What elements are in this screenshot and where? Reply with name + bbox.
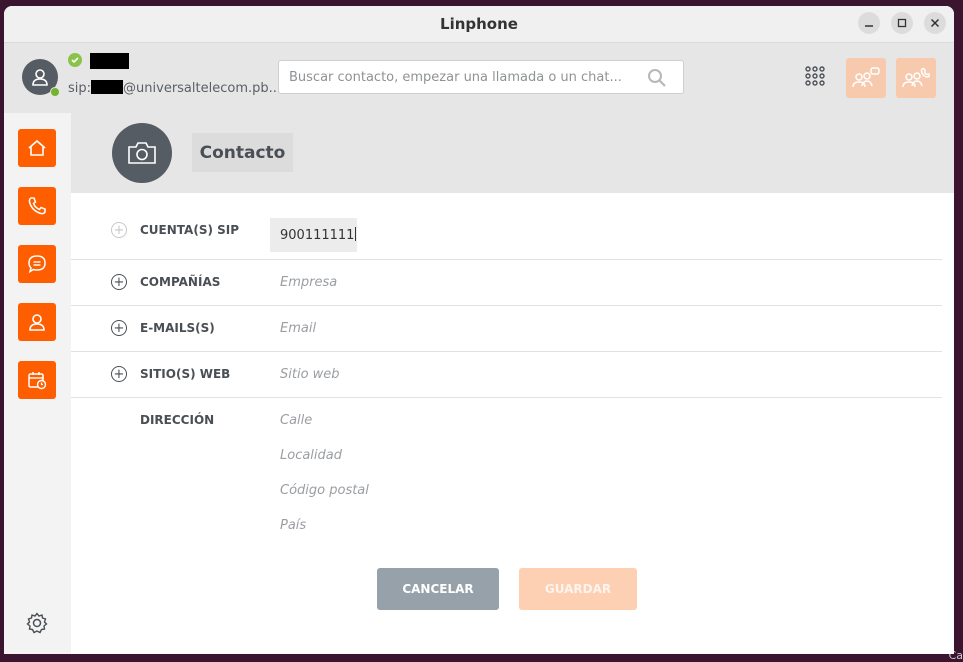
contact-editor: Contacto + CUENTA(S) SIP 900111111 + COM… [71, 113, 954, 654]
presence-indicator [50, 87, 60, 97]
chat-icon [28, 255, 46, 274]
sidebar-item-chat[interactable] [18, 245, 56, 283]
top-bar: sip: @universaltelecom.pb... Buscar conta… [4, 43, 954, 113]
phone-icon [28, 197, 46, 215]
titlebar: Linphone [4, 6, 954, 43]
check-icon [68, 53, 82, 67]
search-placeholder: Buscar contacto, empezar una llamada o u… [289, 70, 622, 85]
save-button[interactable]: GUARDAR [519, 568, 637, 610]
maximize-icon [897, 18, 907, 28]
city-input[interactable]: Localidad [280, 448, 342, 463]
contact-header: Contacto [71, 113, 954, 193]
sip-domain: @universaltelecom.pb... [123, 81, 282, 96]
postal-code-input[interactable]: Código postal [280, 483, 369, 498]
cancel-button[interactable]: CANCELAR [377, 568, 499, 610]
new-chat-group-icon [852, 67, 880, 88]
street-input[interactable]: Calle [280, 413, 312, 428]
sidebar-item-meetings[interactable] [18, 361, 56, 399]
minimize-button[interactable] [858, 12, 880, 34]
contact-name-field[interactable]: Contacto [192, 133, 293, 172]
country-input[interactable]: País [280, 518, 306, 533]
field-row-company: + COMPAÑÍAS Empresa [71, 259, 942, 306]
home-icon [28, 139, 46, 156]
dialpad-button[interactable] [804, 65, 826, 91]
search-icon[interactable] [647, 68, 667, 92]
plus-icon[interactable]: + [111, 320, 127, 336]
sidebar-item-contacts[interactable] [18, 303, 56, 341]
website-input[interactable]: Sitio web [280, 367, 340, 382]
sip-account-value: 900111111 [280, 228, 355, 243]
sip-account-input[interactable]: 900111111 [270, 218, 357, 252]
redacted-username [90, 53, 129, 69]
calendar-icon [28, 372, 47, 390]
close-icon [930, 18, 940, 28]
field-label-company: COMPAÑÍAS [140, 275, 221, 289]
email-input[interactable]: Email [280, 321, 316, 336]
field-label-website: SITIO(S) WEB [140, 367, 231, 381]
text-caret [355, 227, 357, 241]
settings-icon [26, 612, 48, 634]
field-label-sip: CUENTA(S) SIP [140, 223, 240, 237]
sip-address: sip: @universaltelecom.pb... [68, 80, 281, 96]
plus-icon[interactable]: + [111, 366, 127, 382]
field-label-email: E-MAILS(S) [140, 321, 215, 335]
contacts-icon [29, 314, 45, 331]
settings-button[interactable] [26, 612, 48, 638]
plus-icon[interactable]: + [111, 274, 127, 290]
camera-icon [128, 142, 156, 164]
contact-photo-button[interactable] [112, 123, 172, 183]
minimize-icon [865, 25, 873, 27]
field-row-email: + E-MAILS(S) Email [71, 305, 942, 352]
sidebar-item-home[interactable] [18, 129, 56, 167]
field-row-sip: + CUENTA(S) SIP 900111111 [71, 213, 942, 260]
field-row-website: + SITIO(S) WEB Sitio web [71, 351, 942, 398]
close-button[interactable] [924, 12, 946, 34]
sip-prefix: sip: [68, 81, 92, 96]
company-input[interactable]: Empresa [280, 275, 337, 290]
new-chat-group-button[interactable] [846, 58, 886, 98]
window-title: Linphone [440, 15, 518, 33]
conference-button[interactable] [896, 58, 936, 98]
search-input[interactable]: Buscar contacto, empezar una llamada o u… [278, 60, 684, 94]
conference-icon [902, 67, 930, 88]
field-label-address: DIRECCIÓN [140, 413, 215, 427]
sidebar [4, 113, 71, 654]
plus-icon[interactable]: + [111, 222, 127, 238]
linphone-window: Linphone sip: @universaltelecom.pb... Bus… [4, 6, 954, 654]
avatar-icon [32, 69, 48, 86]
redacted-sip-user [91, 80, 124, 94]
sidebar-item-calls[interactable] [18, 187, 56, 225]
maximize-button[interactable] [891, 12, 913, 34]
dialpad-icon [805, 66, 825, 86]
